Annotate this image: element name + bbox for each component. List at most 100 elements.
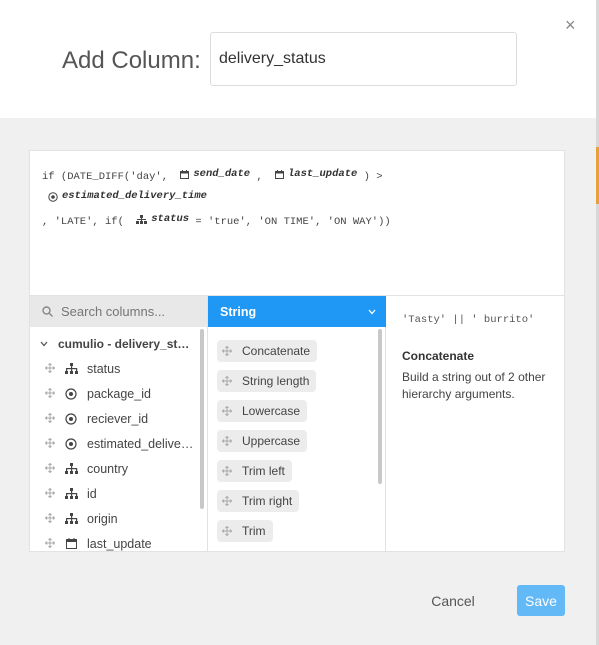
column-item[interactable]: country [30,456,207,481]
numeric-icon [63,412,79,425]
drag-handle-icon[interactable] [44,362,56,376]
hierarchy-icon [63,363,79,374]
save-button[interactable]: Save [517,585,565,616]
drag-handle-icon [222,436,237,446]
function-chip[interactable]: Trim right [217,490,300,512]
hierarchy-icon [63,488,79,499]
function-row: String length [217,370,385,400]
calendar-icon [63,538,79,549]
function-row: Trim [217,520,385,550]
token-label: status [151,212,190,225]
hierarchy-icon [63,463,79,474]
dialog-header: Add Column: × [0,0,599,118]
function-row: Trim right [217,490,385,520]
formula-token-send-date[interactable]: send_date [174,165,250,184]
formula-text: , 'LATE', if( [42,215,124,228]
dataset-label: cumulio - delivery_stat... [58,337,193,351]
calendar-icon [180,170,190,179]
formula-token-status[interactable]: status [130,210,189,229]
formula-token-estimated-delivery-time[interactable]: estimated_delivery_time [42,187,207,206]
function-chip[interactable]: Concatenate [217,340,318,362]
token-label: estimated_delivery_time [62,190,207,202]
function-row: Trim left [217,460,385,490]
numeric-icon [63,387,79,400]
column-item[interactable]: status [30,356,207,381]
function-label: Concatenate [242,344,311,358]
function-row: Lowercase [217,400,385,430]
column-label: origin [87,511,118,526]
column-label: country [87,461,128,476]
column-label: package_id [87,386,151,401]
drag-handle-icon [222,346,237,356]
drag-handle-icon[interactable] [44,537,56,551]
function-chip[interactable]: String length [217,370,317,392]
cancel-button[interactable]: Cancel [420,586,486,616]
formula-token-last-update[interactable]: last_update [269,165,357,184]
function-list: Concatenate String length Lowercase Upperca… [208,327,386,552]
drag-handle-icon [222,376,237,386]
column-label: id [87,486,97,501]
column-list-scrollbar[interactable] [200,329,204,509]
drag-handle-icon [222,526,237,536]
column-item[interactable]: package_id [30,381,207,406]
dataset-tree-node[interactable]: cumulio - delivery_stat... [30,332,207,356]
drag-handle-icon[interactable] [44,487,56,501]
formula-text: , [256,171,263,183]
function-label: Uppercase [242,434,301,448]
token-label: last_update [288,168,358,180]
function-row: Concatenate [217,340,385,370]
drag-handle-icon[interactable] [44,437,56,451]
function-label: Lowercase [242,404,301,418]
dialog-title: Add Column: [62,47,201,74]
category-label: String [220,304,257,319]
column-item[interactable]: estimated_delivery... [30,431,207,456]
function-label: String length [242,374,310,388]
close-icon[interactable]: × [565,16,576,34]
formula-line-1: if (DATE_DIFF('day', send_date , last_up… [42,165,552,210]
token-label: send_date [193,168,251,180]
function-detail-panel: 'Tasty' || ' burrito' Concatenate Build … [386,296,564,552]
column-item[interactable]: origin [30,506,207,531]
drag-handle-icon [222,406,237,416]
function-chip[interactable]: Uppercase [217,430,308,452]
formula-text: ) > [363,171,383,183]
drag-handle-icon[interactable] [44,412,56,426]
function-label: Trim right [242,494,293,508]
formula-editor-card: if (DATE_DIFF('day', send_date , last_up… [29,150,565,552]
function-description: Build a string out of 2 other hierarchy … [402,370,546,401]
function-row: Uppercase [217,430,385,460]
column-name-input[interactable] [210,32,517,86]
search-input[interactable] [61,304,201,319]
formula-text: if (DATE_DIFF('day', [42,171,169,183]
function-chip[interactable]: Trim [217,520,273,542]
function-chip[interactable]: Trim left [217,460,292,482]
column-item[interactable]: last_update [30,531,207,552]
drag-handle-icon[interactable] [44,387,56,401]
function-label: Trim [242,524,266,538]
calendar-icon [275,170,284,179]
function-name: Concatenate [402,349,475,363]
function-list-scrollbar[interactable] [378,329,382,484]
function-label: Trim left [242,464,285,478]
column-label: last_update [87,536,152,551]
column-search-bar [30,296,208,327]
search-icon [42,306,53,317]
function-example: 'Tasty' || ' burrito' [402,314,535,326]
numeric-icon [48,191,58,202]
formula-editor[interactable]: if (DATE_DIFF('day', send_date , last_up… [30,151,564,296]
drag-handle-icon [222,496,237,506]
hierarchy-icon [136,214,148,224]
function-chip[interactable]: Lowercase [217,400,308,422]
column-item[interactable]: id [30,481,207,506]
numeric-icon [63,437,79,450]
drag-handle-icon[interactable] [44,512,56,526]
column-label: estimated_delivery... [87,436,197,451]
drag-handle-icon[interactable] [44,462,56,476]
function-category-dropdown[interactable]: String [208,296,386,327]
formula-line-2: , 'LATE', if( status = 'true', 'ON TIME'… [42,210,552,232]
drag-handle-icon [222,466,237,476]
hierarchy-icon [63,513,79,524]
column-label: reciever_id [87,411,149,426]
column-label: status [87,361,121,376]
column-item[interactable]: reciever_id [30,406,207,431]
